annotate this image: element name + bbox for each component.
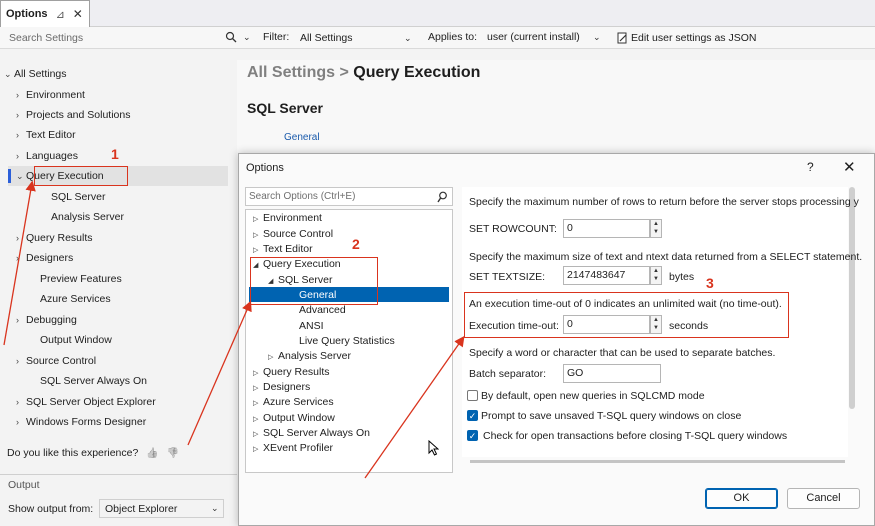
annotation-arrows	[3, 180, 465, 479]
annotation-arrow-3	[364, 335, 465, 479]
annotation-arrow-1	[3, 180, 36, 346]
annotation-arrow-2	[187, 300, 252, 446]
